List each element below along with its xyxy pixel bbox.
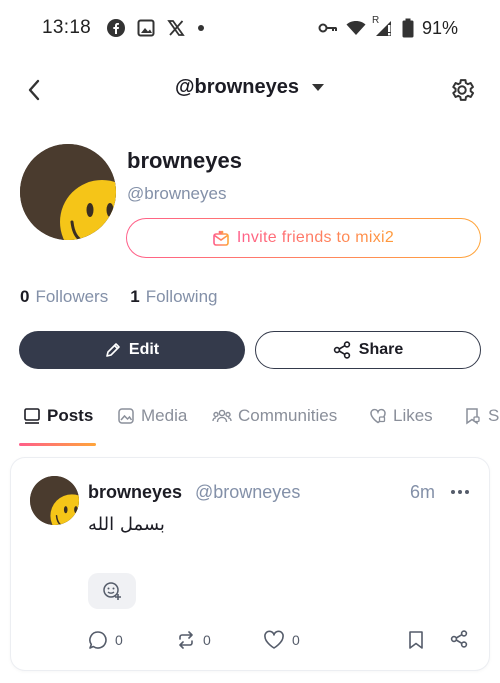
status-right: R 91% xyxy=(318,0,458,56)
share-profile-button[interactable]: Share xyxy=(255,331,481,369)
profile-name: browneyes xyxy=(127,148,242,173)
likes-icon xyxy=(370,408,386,424)
bookmark-button[interactable] xyxy=(408,630,424,650)
gear-icon xyxy=(452,79,475,101)
post-share-button[interactable] xyxy=(450,630,468,648)
post-text: بسمل الله xyxy=(88,514,165,535)
following-label: Following xyxy=(145,287,218,306)
communities-icon xyxy=(212,409,232,423)
edit-profile-button[interactable]: Edit xyxy=(19,331,245,369)
gallery-icon xyxy=(137,19,155,37)
tab-media[interactable]: Media xyxy=(117,406,187,426)
active-tab-indicator xyxy=(19,443,96,446)
status-bar: 13:18 R 91% xyxy=(0,0,500,56)
page-title: @browneyes xyxy=(175,76,299,98)
status-time: 13:18 xyxy=(42,17,92,38)
repost-button[interactable]: 0 xyxy=(176,630,211,650)
edit-label: Edit xyxy=(128,341,160,358)
profile-handle: @browneyes xyxy=(127,184,227,203)
tab-likes-label: Likes xyxy=(393,406,433,425)
avatar[interactable] xyxy=(20,144,116,240)
reply-count: 0 xyxy=(115,632,123,648)
facebook-icon xyxy=(107,19,126,37)
posts-icon xyxy=(24,408,40,424)
post-handle: @browneyes xyxy=(195,482,301,502)
tab-media-label: Media xyxy=(141,406,188,425)
x-icon xyxy=(167,19,185,37)
tab-communities-label: Communities xyxy=(238,406,338,425)
invite-friends-label: Invite friends to mixi2 xyxy=(236,229,395,246)
key-icon xyxy=(318,21,338,35)
followers-label: Followers xyxy=(35,287,109,306)
like-button[interactable]: 0 xyxy=(263,630,300,650)
post-timestamp: 6m xyxy=(410,482,436,502)
share-icon xyxy=(333,341,350,359)
add-reaction-button[interactable] xyxy=(88,573,136,609)
followers-link[interactable]: 0 Followers xyxy=(20,287,108,307)
tab-posts-label: Posts xyxy=(47,406,94,425)
following-count: 1 xyxy=(130,287,140,306)
smiley-avatar-icon xyxy=(30,476,79,525)
post-avatar[interactable] xyxy=(30,476,79,525)
tab-saved[interactable]: S xyxy=(464,406,499,426)
profile-stats: 0 Followers 1 Following xyxy=(20,287,218,307)
share-label: Share xyxy=(358,341,404,358)
signal-roaming-label: R xyxy=(371,15,380,26)
header: @browneyes xyxy=(0,64,500,116)
post-more-button[interactable] xyxy=(448,480,472,504)
saved-icon xyxy=(466,408,480,425)
reply-icon xyxy=(89,631,107,649)
share-icon xyxy=(450,630,468,648)
caret-down-icon xyxy=(311,84,324,91)
repost-icon xyxy=(179,631,193,649)
profile-tabs: Posts Media Communities Likes S xyxy=(0,398,500,446)
tab-communities[interactable]: Communities xyxy=(212,406,337,426)
dot-icon xyxy=(197,24,205,32)
tab-saved-label: S xyxy=(488,406,500,425)
more-horizontal-icon xyxy=(451,490,469,494)
signal-icon: R xyxy=(372,15,394,37)
post-author[interactable]: browneyes xyxy=(88,482,182,503)
reply-button[interactable]: 0 xyxy=(88,630,123,650)
add-emoji-icon xyxy=(103,582,121,600)
invite-friends-button[interactable]: Invite friends to mixi2 xyxy=(126,218,481,258)
media-icon xyxy=(118,408,134,424)
settings-button[interactable] xyxy=(446,74,478,106)
wifi-icon xyxy=(346,20,366,36)
battery-icon xyxy=(402,18,414,38)
smiley-avatar-icon xyxy=(20,144,116,240)
tab-posts[interactable]: Posts xyxy=(23,406,93,426)
repost-count: 0 xyxy=(203,632,211,648)
post-card[interactable]: browneyes @browneyes 6m بسمل الله 0 0 0 xyxy=(11,458,489,670)
following-link[interactable]: 1 Following xyxy=(130,287,217,307)
bookmark-icon xyxy=(409,631,423,649)
followers-count: 0 xyxy=(20,287,30,306)
heart-icon xyxy=(264,630,284,649)
status-left-icons xyxy=(107,19,205,37)
like-count: 0 xyxy=(292,632,300,648)
tab-likes[interactable]: Likes xyxy=(369,406,433,426)
invite-envelope-icon xyxy=(213,230,229,246)
pencil-icon xyxy=(106,343,120,357)
account-switcher[interactable]: @browneyes xyxy=(0,76,500,99)
battery-percent: 91% xyxy=(421,17,458,38)
